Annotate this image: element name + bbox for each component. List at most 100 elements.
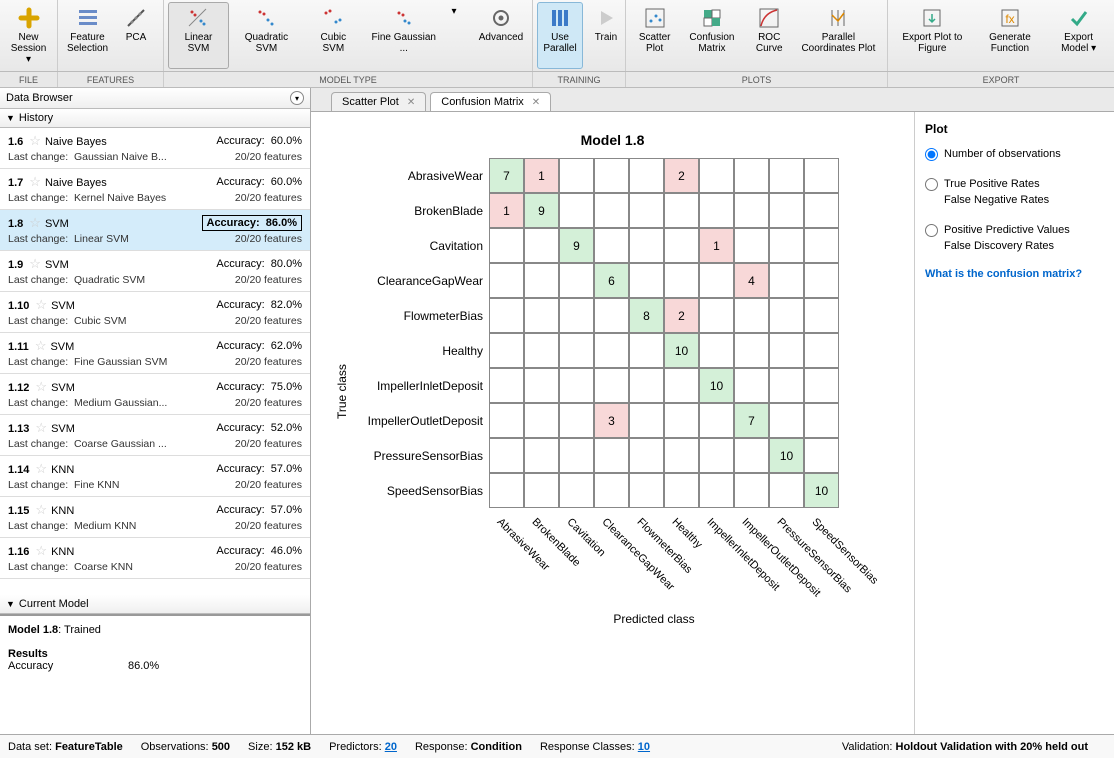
- cm-cell: [769, 263, 804, 298]
- cm-cell: [594, 333, 629, 368]
- history-item-1.7[interactable]: 1.7☆Naive Bayes Accuracy: 60.0% Last cha…: [0, 169, 310, 210]
- history-item-1.11[interactable]: 1.11☆SVM Accuracy: 62.0% Last change: Fi…: [0, 333, 310, 374]
- fine-gaussian-button[interactable]: Fine Gaussian ...: [363, 2, 445, 69]
- row-label: SpeedSensorBias: [349, 484, 489, 498]
- linear-svm-button[interactable]: Linear SVM: [168, 2, 229, 69]
- cm-cell: 1: [699, 228, 734, 263]
- row-label: PressureSensorBias: [349, 449, 489, 463]
- parallel-coords-button[interactable]: Parallel Coordinates Plot: [794, 2, 883, 69]
- close-icon[interactable]: ✕: [532, 97, 540, 108]
- history-list[interactable]: 1.6☆Naive Bayes Accuracy: 60.0% Last cha…: [0, 128, 310, 595]
- col-label: SpeedSensorBias: [810, 516, 843, 549]
- cm-cell: [629, 228, 664, 263]
- export-model-button[interactable]: Export Model ▾: [1047, 2, 1110, 69]
- cm-cell: [734, 473, 769, 508]
- cm-cell: [559, 263, 594, 298]
- predictors-link[interactable]: 20: [385, 741, 397, 753]
- cm-cell: 7: [489, 158, 524, 193]
- tab-confusion-matrix[interactable]: Confusion Matrix✕: [430, 92, 551, 111]
- advanced-button[interactable]: Advanced: [474, 2, 528, 69]
- cm-cell: 1: [489, 193, 524, 228]
- scatter-icon-2: [321, 6, 345, 30]
- cm-cell: [594, 473, 629, 508]
- cm-cell: [594, 368, 629, 403]
- cm-cell: [734, 228, 769, 263]
- history-header[interactable]: ▼History: [0, 109, 310, 128]
- dropdown-icon[interactable]: ▾: [290, 91, 304, 105]
- cm-cell: [629, 403, 664, 438]
- help-link[interactable]: What is the confusion matrix?: [925, 268, 1104, 280]
- row-label: ClearanceGapWear: [349, 274, 489, 288]
- export-plot-button[interactable]: Export Plot to Figure: [892, 2, 973, 69]
- history-item-1.16[interactable]: 1.16☆KNN Accuracy: 46.0% Last change: Co…: [0, 538, 310, 579]
- confusion-matrix-button[interactable]: Confusion Matrix: [679, 2, 744, 69]
- tabs-bar: Scatter Plot✕Confusion Matrix✕: [311, 88, 1114, 112]
- train-button[interactable]: Train: [583, 2, 629, 69]
- cm-cell: [699, 438, 734, 473]
- cm-cell: [769, 298, 804, 333]
- history-item-1.13[interactable]: 1.13☆SVM Accuracy: 52.0% Last change: Co…: [0, 415, 310, 456]
- history-item-1.14[interactable]: 1.14☆KNN Accuracy: 57.0% Last change: Fi…: [0, 456, 310, 497]
- history-item-1.12[interactable]: 1.12☆SVM Accuracy: 75.0% Last change: Me…: [0, 374, 310, 415]
- cm-cell: [804, 333, 839, 368]
- cm-cell: [804, 368, 839, 403]
- radio-tpr-fnr[interactable]: True Positive RatesFalse Negative Rates: [925, 176, 1104, 208]
- chart-area: Model 1.8 True class AbrasiveWear712Brok…: [311, 112, 914, 734]
- left-panel: Data Browser ▾ ▼History 1.6☆Naive Bayes …: [0, 88, 311, 734]
- radio-ppv-fdr[interactable]: Positive Predictive ValuesFalse Discover…: [925, 222, 1104, 254]
- cubic-svm-button[interactable]: Cubic SVM: [304, 2, 363, 69]
- cm-cell: [699, 403, 734, 438]
- close-icon[interactable]: ✕: [407, 97, 415, 108]
- cm-cell: [489, 438, 524, 473]
- history-item-1.6[interactable]: 1.6☆Naive Bayes Accuracy: 60.0% Last cha…: [0, 128, 310, 169]
- cm-cell: [804, 403, 839, 438]
- data-browser-title[interactable]: Data Browser ▾: [0, 88, 310, 109]
- cm-cell: [629, 438, 664, 473]
- history-item-1.15[interactable]: 1.15☆KNN Accuracy: 57.0% Last change: Me…: [0, 497, 310, 538]
- scatter-plot-button[interactable]: Scatter Plot: [630, 2, 679, 69]
- export-figure-icon: [920, 6, 944, 30]
- pca-icon: [124, 6, 148, 30]
- roc-icon: [757, 6, 781, 30]
- scatter-line-icon: [186, 6, 210, 30]
- cm-cell: [489, 473, 524, 508]
- new-session-button[interactable]: New Session ▾: [4, 2, 53, 69]
- cm-cell: [629, 333, 664, 368]
- cm-cell: [489, 368, 524, 403]
- cm-cell: [559, 368, 594, 403]
- cm-cell: [664, 403, 699, 438]
- history-item-1.9[interactable]: 1.9☆SVM Accuracy: 80.0% Last change: Qua…: [0, 251, 310, 292]
- cm-cell: [769, 473, 804, 508]
- col-label: ClearanceGapWear: [600, 516, 633, 549]
- cm-cell: [699, 158, 734, 193]
- model-type-more-button[interactable]: ▾: [445, 2, 464, 69]
- history-item-1.10[interactable]: 1.10☆SVM Accuracy: 82.0% Last change: Cu…: [0, 292, 310, 333]
- tab-scatter-plot[interactable]: Scatter Plot✕: [331, 92, 426, 111]
- radio-observations[interactable]: Number of observations: [925, 146, 1104, 162]
- cm-cell: [594, 228, 629, 263]
- current-model-panel: Model 1.8: Trained Results Accuracy86.0%: [0, 614, 310, 734]
- use-parallel-button[interactable]: Use Parallel: [537, 2, 583, 69]
- response-classes-link[interactable]: 10: [638, 741, 650, 753]
- history-item-1.8[interactable]: 1.8☆SVM Accuracy: 86.0% Last change: Lin…: [0, 210, 310, 251]
- cm-cell: [804, 263, 839, 298]
- roc-curve-button[interactable]: ROC Curve: [745, 2, 794, 69]
- cm-cell: [804, 438, 839, 473]
- cm-cell: [769, 158, 804, 193]
- col-label: ImpellerInletDeposit: [705, 516, 738, 549]
- cm-cell: [664, 368, 699, 403]
- col-label: AbrasiveWear: [495, 516, 528, 549]
- cm-cell: [524, 263, 559, 298]
- generate-function-button[interactable]: fx Generate Function: [973, 2, 1048, 69]
- row-label: ImpellerInletDeposit: [349, 379, 489, 393]
- cm-cell: [524, 333, 559, 368]
- results-label: Results: [8, 648, 48, 660]
- cm-cell: [664, 193, 699, 228]
- cm-cell: 10: [769, 438, 804, 473]
- current-model-header[interactable]: ▼Current Model: [0, 595, 310, 614]
- cm-cell: [629, 158, 664, 193]
- pca-button[interactable]: PCA: [113, 2, 159, 69]
- quadratic-svm-button[interactable]: Quadratic SVM: [229, 2, 304, 69]
- feature-selection-button[interactable]: Feature Selection: [62, 2, 113, 69]
- function-icon: fx: [998, 6, 1022, 30]
